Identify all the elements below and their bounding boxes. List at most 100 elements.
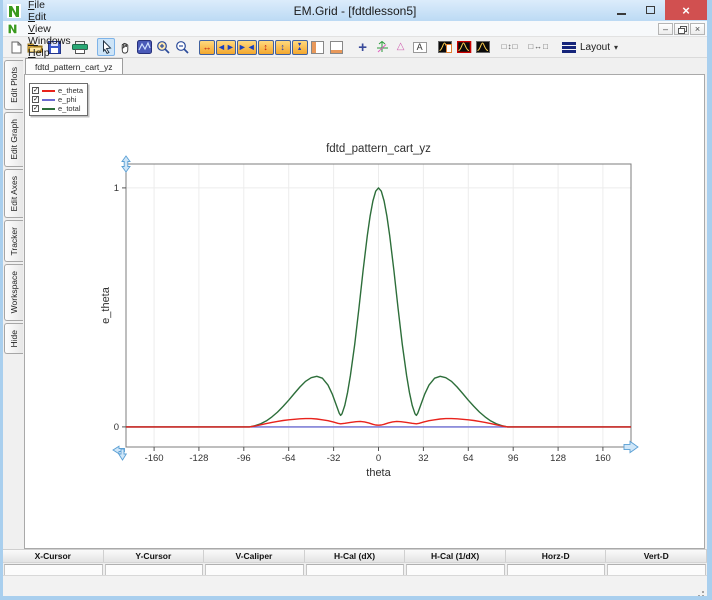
toolbar: ↔ ◄► ►◄ ↕ ↕ ▼ ▲ + △ A □↕□ □↔□ Layout ▾ bbox=[3, 37, 707, 58]
menu-items: File Edit View Windows Help bbox=[22, 0, 77, 59]
center-y-icon[interactable]: ▼ ▲ bbox=[291, 39, 308, 55]
expand-y-icon[interactable]: ↕ bbox=[257, 39, 274, 55]
fit-height-icon[interactable]: □↕□ bbox=[501, 38, 520, 56]
side-tab-label: Hide bbox=[9, 329, 19, 348]
window-title: EM.Grid - [fdtdlesson5] bbox=[293, 3, 417, 18]
plot-legend[interactable]: ✓ e_theta ✓ e_phi ✓ e_total bbox=[29, 83, 89, 116]
legend-checkbox-e_phi[interactable]: ✓ bbox=[32, 96, 39, 103]
document-area: fdtd_pattern_cart_yz -160 -128 -96 -64 -32 0 3… bbox=[24, 58, 706, 549]
close-button[interactable]: × bbox=[665, 0, 707, 20]
statusbar bbox=[3, 575, 707, 596]
x-axis-label: theta bbox=[366, 467, 391, 479]
side-tab-edit-graph[interactable]: Edit Graph bbox=[4, 111, 23, 167]
legend-row-e_total[interactable]: ✓ e_total bbox=[32, 104, 83, 113]
readout-header-3: H-Cal (dX) bbox=[305, 550, 406, 562]
plot-pan-icon[interactable] bbox=[135, 38, 153, 56]
menu-help[interactable]: Help bbox=[22, 47, 77, 59]
text-tool-icon[interactable]: A bbox=[411, 38, 429, 56]
center-x-icon[interactable]: ►◄ bbox=[236, 39, 257, 55]
x-tick-label: 96 bbox=[508, 453, 519, 464]
close-icon: × bbox=[682, 2, 690, 18]
maximize-icon bbox=[646, 6, 655, 14]
maximize-button[interactable] bbox=[636, 0, 665, 20]
layout-dropdown[interactable]: Layout ▾ bbox=[557, 40, 623, 55]
document-tab-label: fdtd_pattern_cart_yz bbox=[35, 61, 113, 72]
mdi-restore-icon bbox=[678, 26, 687, 34]
side-tab-edit-axes[interactable]: Edit Axes bbox=[4, 168, 23, 218]
x-tick-label: 128 bbox=[550, 453, 566, 464]
export-plot-icon[interactable] bbox=[437, 38, 455, 56]
menu-windows[interactable]: Windows bbox=[22, 35, 77, 47]
legend-checkbox-e_theta[interactable]: ✓ bbox=[32, 87, 39, 94]
shrink-y-icon: ↕ bbox=[280, 41, 285, 52]
x-axis-handle[interactable] bbox=[623, 440, 639, 454]
plot-window-active-icon[interactable] bbox=[456, 38, 474, 56]
menu-edit[interactable]: Edit bbox=[22, 11, 77, 23]
side-tab-workspace[interactable]: Workspace bbox=[4, 264, 23, 321]
x-tick-label: -128 bbox=[189, 453, 208, 464]
legend-row-e_theta[interactable]: ✓ e_theta bbox=[32, 86, 83, 95]
shrink-y-icon[interactable]: ↕ bbox=[274, 39, 291, 55]
side-tab-label: Tracker bbox=[9, 226, 19, 256]
x-tick-label: -64 bbox=[282, 453, 296, 464]
client-area: Edit Plots Edit Graph Edit Axes Tracker Work… bbox=[3, 58, 707, 549]
x-tick-label: -160 bbox=[145, 453, 164, 464]
shrink-x-icon[interactable]: ◄► bbox=[216, 39, 236, 55]
side-tab-tracker[interactable]: Tracker bbox=[4, 219, 23, 263]
readout-header-0: X-Cursor bbox=[3, 550, 104, 562]
plot-svg[interactable]: -160 -128 -96 -64 -32 0 32 64 96 128 160 0 1 fdtd_pat… bbox=[25, 75, 704, 548]
bottom-margin-icon[interactable] bbox=[328, 38, 346, 56]
legend-swatch-e_theta bbox=[42, 89, 55, 92]
document-tab-row: fdtd_pattern_cart_yz bbox=[24, 58, 706, 74]
angle-tool-icon: △ bbox=[396, 41, 405, 52]
side-tab-hide[interactable]: Hide bbox=[4, 322, 23, 355]
left-margin-icon[interactable] bbox=[309, 38, 327, 56]
x-tick-label: 160 bbox=[595, 453, 611, 464]
window-controls: × bbox=[607, 0, 707, 20]
menu-file[interactable]: File bbox=[22, 0, 77, 11]
zoom-in-icon[interactable] bbox=[154, 38, 172, 56]
crosshair-tool-icon: + bbox=[358, 38, 368, 56]
mdi-close-button[interactable]: × bbox=[690, 23, 705, 35]
expand-x-icon[interactable]: ↔ bbox=[199, 39, 215, 55]
fit-width-icon[interactable]: □↔□ bbox=[527, 38, 550, 56]
center-x-icon: ►◄ bbox=[237, 41, 256, 52]
legend-row-e_phi[interactable]: ✓ e_phi bbox=[32, 95, 83, 104]
side-tab-strip: Edit Plots Edit Graph Edit Axes Tracker Work… bbox=[3, 58, 24, 549]
y-tick-label: 0 bbox=[114, 422, 119, 433]
toolbar-icons: ↔ ◄► ►◄ ↕ ↕ ▼ ▲ + △ A □↕□ □↔□ bbox=[7, 38, 551, 56]
fit-height-icon: □↕□ bbox=[501, 42, 519, 51]
side-tab-label: Edit Plots bbox=[9, 67, 19, 103]
readout-header-1: Y-Cursor bbox=[104, 550, 205, 562]
mdi-minimize-button[interactable]: – bbox=[658, 23, 673, 35]
readout-header-6: Vert-D bbox=[606, 550, 707, 562]
axes-tool-icon[interactable] bbox=[373, 38, 391, 56]
mdi-close-icon: × bbox=[694, 23, 701, 34]
zoom-out-icon[interactable] bbox=[173, 38, 191, 56]
plot-canvas[interactable]: -160 -128 -96 -64 -32 0 32 64 96 128 160 0 1 fdtd_pat… bbox=[24, 74, 705, 549]
plot-title: fdtd_pattern_cart_yz bbox=[326, 143, 431, 155]
mdi-minimize-icon: – bbox=[662, 23, 668, 34]
side-tab-edit-plots[interactable]: Edit Plots bbox=[4, 60, 23, 110]
plot-window-icon[interactable] bbox=[475, 38, 493, 56]
resize-grip-icon[interactable] bbox=[702, 591, 704, 593]
mdi-restore-button[interactable] bbox=[674, 23, 689, 35]
x-tick-label: -96 bbox=[237, 453, 251, 464]
side-tab-label: Edit Axes bbox=[9, 175, 19, 211]
readout-header-5: Horz-D bbox=[506, 550, 607, 562]
cursor-readout-bar: X-Cursor Y-Cursor V-Caliper H-Cal (dX) H-Cal… bbox=[3, 549, 707, 576]
legend-checkbox-e_total[interactable]: ✓ bbox=[32, 105, 39, 112]
menubar: File Edit View Windows Help – × bbox=[3, 0, 707, 59]
crosshair-tool-icon[interactable]: + bbox=[354, 38, 372, 56]
x-tick-label: 64 bbox=[463, 453, 474, 464]
pointer-tool-icon[interactable] bbox=[97, 38, 115, 56]
angle-tool-icon[interactable]: △ bbox=[392, 38, 410, 56]
legend-label: e_theta bbox=[58, 86, 84, 95]
y-axis-label: e_theta bbox=[100, 286, 112, 324]
document-tab[interactable]: fdtd_pattern_cart_yz bbox=[25, 58, 123, 74]
mdi-window-controls: – × bbox=[657, 23, 705, 35]
minimize-button[interactable] bbox=[607, 0, 636, 20]
app-window: EM.Grid - [fdtdlesson5] × File Edit View Wi… bbox=[0, 0, 712, 600]
pan-hand-icon[interactable] bbox=[116, 38, 134, 56]
menu-view[interactable]: View bbox=[22, 23, 77, 35]
